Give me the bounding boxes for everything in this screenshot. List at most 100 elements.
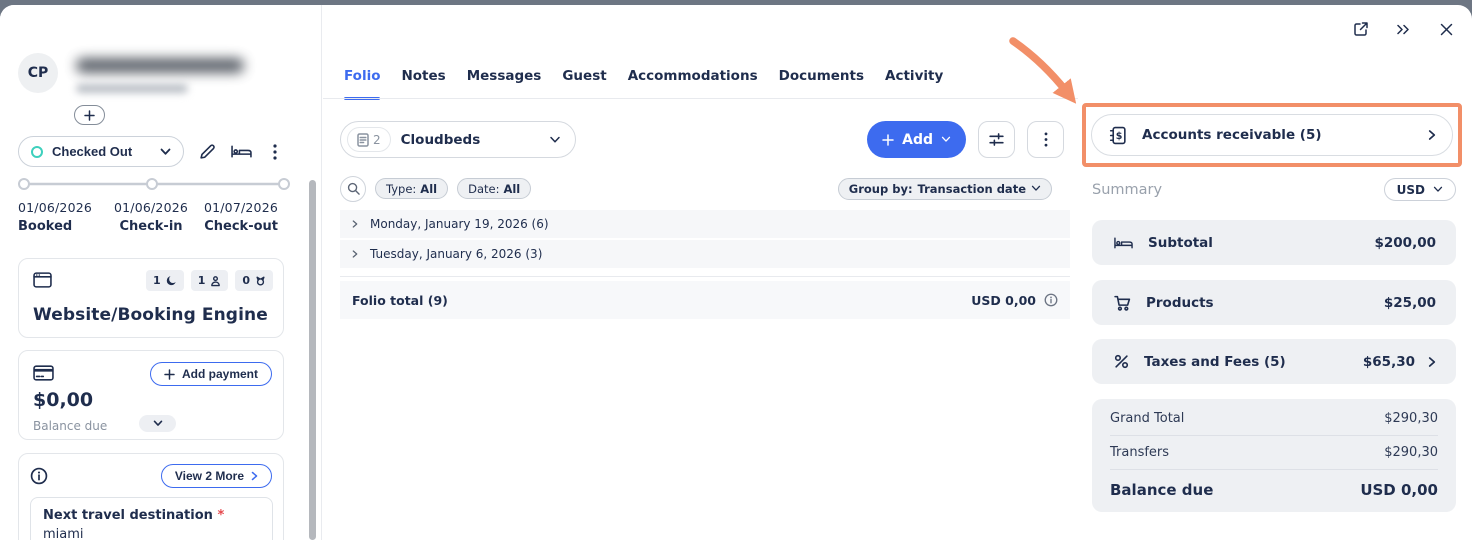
summary-row-products: Products $25,00 bbox=[1092, 280, 1456, 325]
tab-messages[interactable]: Messages bbox=[467, 68, 542, 100]
products-label: Products bbox=[1146, 295, 1214, 311]
add-tag-button[interactable] bbox=[74, 105, 105, 125]
status-dropdown[interactable]: Checked Out bbox=[18, 136, 184, 167]
checkin-label: Check-in bbox=[114, 219, 188, 234]
annotation-highlight-box: $ Accounts receivable (5) bbox=[1082, 103, 1462, 167]
tab-folio[interactable]: Folio bbox=[344, 68, 380, 100]
bed-icon bbox=[1114, 236, 1133, 250]
info-icon[interactable] bbox=[1044, 293, 1058, 307]
moon-icon bbox=[166, 275, 177, 286]
timeline-track bbox=[16, 175, 296, 193]
add-transaction-button[interactable]: Add bbox=[867, 121, 966, 158]
chevron-right-icon bbox=[352, 249, 358, 259]
chevron-down-icon bbox=[941, 136, 951, 143]
sliders-icon bbox=[988, 131, 1005, 148]
currency-dropdown[interactable]: USD bbox=[1384, 178, 1456, 201]
filter-type-pill[interactable]: Type: All bbox=[375, 178, 448, 199]
guests-count: 1 bbox=[198, 274, 206, 287]
group-label: Monday, January 19, 2026 (6) bbox=[370, 217, 549, 231]
chevron-right-icon bbox=[1428, 129, 1436, 141]
add-label: Add bbox=[902, 132, 933, 148]
chevron-right-icon bbox=[1428, 356, 1436, 368]
tab-activity[interactable]: Activity bbox=[885, 68, 943, 100]
kebab-icon bbox=[273, 144, 277, 160]
status-label: Checked Out bbox=[52, 144, 132, 159]
custom-fields-card: View 2 More Next travel destination * mi… bbox=[18, 453, 284, 540]
plus-icon bbox=[84, 110, 95, 121]
date-label: Date: bbox=[468, 182, 499, 196]
group-label: Tuesday, January 6, 2026 (3) bbox=[370, 247, 542, 261]
folio-count-badge: 2 bbox=[347, 127, 391, 152]
room-assignment-button[interactable] bbox=[224, 136, 258, 167]
search-button[interactable] bbox=[340, 176, 366, 202]
summary-header: Summary USD bbox=[1092, 178, 1456, 201]
booked-label: Booked bbox=[18, 219, 92, 234]
folio-total-row: Folio total (9) USD 0,00 bbox=[340, 281, 1070, 319]
guest-subtitle-blurred bbox=[76, 84, 188, 93]
filter-date-pill[interactable]: Date: All bbox=[457, 178, 531, 199]
guest-sidebar: CP Checked Out bbox=[0, 5, 322, 540]
credit-card-icon bbox=[33, 365, 54, 381]
window-controls bbox=[1350, 19, 1456, 39]
close-button[interactable] bbox=[1436, 19, 1456, 39]
bed-icon bbox=[231, 144, 252, 159]
summary-row-taxes[interactable]: Taxes and Fees (5) $65,30 bbox=[1092, 339, 1456, 384]
folio-filterbar: Type: All Date: All Group by: Transactio… bbox=[340, 175, 1070, 202]
transaction-group-row[interactable]: Monday, January 19, 2026 (6) bbox=[340, 210, 1070, 238]
chevron-down-icon bbox=[153, 420, 163, 427]
tab-notes[interactable]: Notes bbox=[401, 68, 445, 100]
close-icon bbox=[1440, 23, 1453, 36]
currency-value: USD bbox=[1397, 183, 1425, 197]
tab-guest[interactable]: Guest bbox=[562, 68, 606, 100]
sidebar-scrollbar[interactable] bbox=[309, 180, 316, 540]
tab-accommodations[interactable]: Accommodations bbox=[628, 68, 758, 100]
custom-field-label: Next travel destination * bbox=[43, 508, 260, 523]
filter-settings-button[interactable] bbox=[978, 121, 1015, 158]
group-by-value: Transaction date bbox=[918, 182, 1026, 196]
pet-icon bbox=[255, 275, 266, 287]
balance-amount: $0,00 bbox=[33, 389, 93, 411]
transaction-group-row[interactable]: Tuesday, January 6, 2026 (3) bbox=[340, 240, 1070, 268]
add-payment-button[interactable]: Add payment bbox=[150, 362, 272, 386]
products-amount: $25,00 bbox=[1384, 295, 1436, 311]
tab-documents[interactable]: Documents bbox=[779, 68, 864, 100]
chevron-down-icon bbox=[549, 136, 561, 144]
edit-reservation-button[interactable] bbox=[190, 136, 224, 167]
person-icon bbox=[210, 275, 221, 287]
search-icon bbox=[347, 182, 360, 195]
guests-badge: 1 bbox=[191, 270, 229, 291]
balance-due-label: Balance due bbox=[1110, 481, 1213, 499]
balance-due-amount: USD 0,00 bbox=[1360, 481, 1438, 499]
subtotal-label: Subtotal bbox=[1148, 235, 1213, 251]
booking-engine-icon bbox=[33, 272, 52, 288]
view-more-button[interactable]: View 2 More bbox=[161, 464, 272, 488]
chevron-right-icon bbox=[251, 471, 258, 481]
reservation-tabs: Folio Notes Messages Guest Accommodation… bbox=[344, 68, 943, 100]
custom-field[interactable]: Next travel destination * miami bbox=[30, 497, 273, 540]
timeline-checkin: 01/06/2026 Check-in bbox=[114, 200, 188, 234]
collapse-panel-button[interactable] bbox=[1393, 19, 1413, 39]
folio-toolbar: 2 Cloudbeds Add bbox=[340, 121, 1070, 158]
accounts-receivable-button[interactable]: $ Accounts receivable (5) bbox=[1091, 114, 1453, 156]
balance-due-row: Balance due USD 0,00 bbox=[1110, 470, 1438, 509]
booking-source-card: 1 1 0 Website/Booking Engine bbox=[18, 258, 284, 338]
info-icon bbox=[30, 467, 48, 485]
view-more-label: View 2 More bbox=[175, 469, 244, 483]
open-in-new-window-button[interactable] bbox=[1350, 19, 1370, 39]
taxes-amount: $65,30 bbox=[1363, 354, 1415, 370]
double-chevron-right-icon bbox=[1396, 23, 1410, 36]
more-options-button[interactable] bbox=[258, 136, 292, 167]
plus-icon bbox=[164, 369, 175, 380]
checkout-date: 01/07/2026 bbox=[204, 200, 278, 215]
folio-total-label: Folio total (9) bbox=[352, 293, 448, 308]
balance-expand-button[interactable] bbox=[139, 415, 176, 432]
folio-selector-dropdown[interactable]: 2 Cloudbeds bbox=[340, 121, 576, 158]
folio-actions: Add bbox=[867, 121, 1064, 158]
tabs-divider bbox=[323, 98, 1078, 99]
guest-name-blurred bbox=[76, 58, 244, 73]
folio-more-button[interactable] bbox=[1027, 121, 1064, 158]
svg-text:$: $ bbox=[1116, 130, 1123, 141]
group-by-dropdown[interactable]: Group by: Transaction date bbox=[838, 178, 1052, 200]
folio-total-section: Folio total (9) USD 0,00 bbox=[340, 276, 1070, 319]
checkin-date: 01/06/2026 bbox=[114, 200, 188, 215]
